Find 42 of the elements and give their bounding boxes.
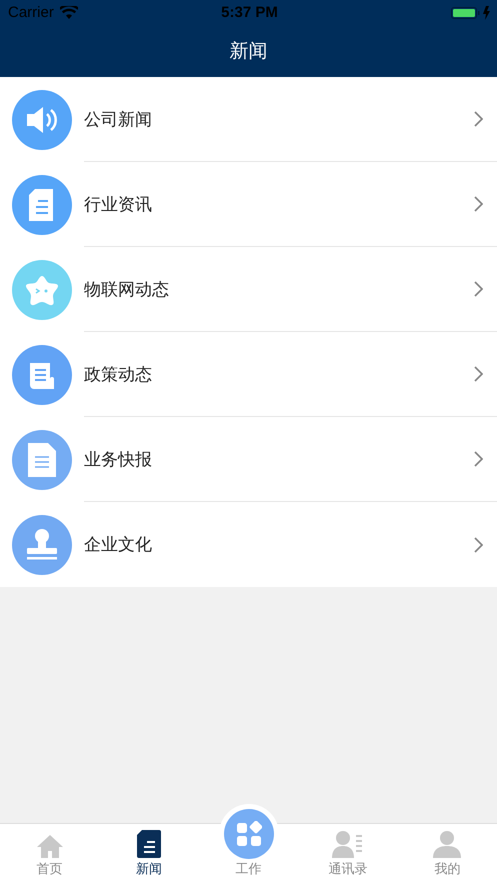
tab[interactable]: 通讯录: [298, 824, 398, 883]
category-label: 企业文化: [84, 534, 153, 556]
contacts-icon: [332, 830, 364, 858]
battery-icon: [451, 6, 492, 20]
category-label: 行业资讯: [84, 194, 153, 216]
document-icon: [137, 830, 162, 858]
category-row[interactable]: 业务快报: [0, 417, 497, 502]
tab[interactable]: 新闻: [99, 824, 199, 883]
tab-label: 新闻: [136, 861, 162, 878]
status-time: 5:37 PM: [221, 4, 278, 21]
document-icon: [28, 442, 56, 476]
tab[interactable]: 我的: [398, 824, 497, 883]
category-row[interactable]: 政策动态: [0, 332, 497, 417]
category-label: 业务快报: [84, 448, 153, 470]
tab-label: 通讯录: [328, 861, 368, 878]
chevron-icon: [474, 536, 483, 552]
category-label: 物联网动态: [84, 278, 170, 300]
stamp-icon: [25, 528, 59, 562]
wifi-icon: [60, 6, 78, 19]
tab-label: 我的: [434, 861, 460, 878]
carrier-label: Carrier: [8, 4, 54, 21]
apps-icon: [224, 809, 274, 859]
chevron-icon: [474, 111, 483, 127]
category-row[interactable]: 公司新闻: [0, 77, 497, 162]
speaker-icon: [25, 104, 59, 134]
chevron-icon: [474, 196, 483, 212]
chevron-icon: [474, 281, 483, 297]
category-label: 公司新闻: [84, 108, 153, 130]
tab[interactable]: 工作: [198, 801, 298, 883]
category-row[interactable]: 行业资讯: [0, 162, 497, 247]
tab-label: 首页: [36, 861, 63, 878]
tab[interactable]: 首页: [0, 824, 100, 883]
category-row[interactable]: 企业文化: [0, 502, 497, 587]
screen-title: 新闻: [230, 39, 268, 64]
tab-label: 工作: [236, 861, 262, 878]
person-icon: [433, 830, 462, 858]
chevron-icon: [474, 451, 483, 467]
home-icon: [36, 834, 64, 858]
document-icon: [29, 188, 55, 220]
category-row[interactable]: 物联网动态: [0, 247, 497, 332]
chevron-icon: [474, 366, 483, 382]
category-label: 政策动态: [84, 364, 153, 386]
